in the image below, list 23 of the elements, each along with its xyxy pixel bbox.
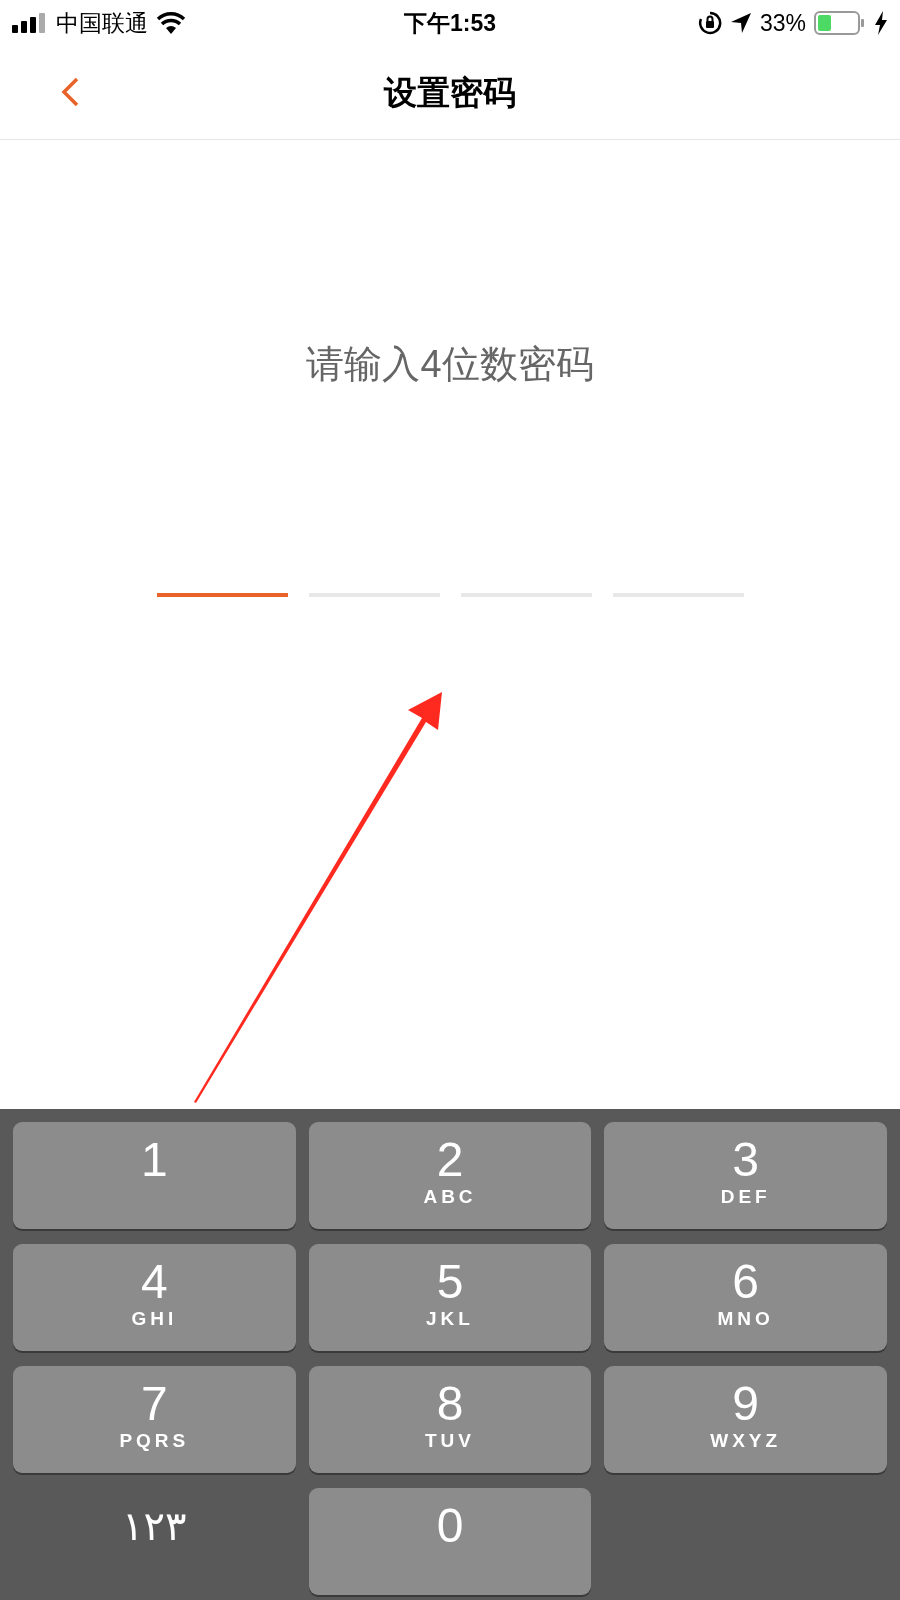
- wifi-icon: [156, 12, 186, 34]
- charging-icon: [874, 11, 888, 35]
- number-key[interactable]: 5 JKL: [308, 1244, 592, 1351]
- battery-percentage: 33%: [759, 8, 806, 38]
- number-key[interactable]: 2 ABC: [308, 1122, 592, 1229]
- number-key[interactable]: 8 TUV: [308, 1366, 592, 1473]
- mode-switch-key[interactable]: ١٢٣: [13, 1488, 296, 1595]
- number-key[interactable]: 0: [308, 1488, 592, 1595]
- carrier-label: 中国联通: [56, 8, 148, 38]
- password-prompt: 请输入4位数密码: [306, 342, 594, 387]
- rotation-lock-icon: [697, 11, 722, 35]
- page-title: 设置密码: [384, 72, 516, 113]
- signal-icon: [12, 13, 48, 33]
- battery-icon: [814, 11, 866, 35]
- location-arrow-icon: [729, 12, 752, 34]
- number-key[interactable]: 4 GHI: [13, 1244, 296, 1351]
- number-key[interactable]: 9 WXYZ: [604, 1366, 887, 1473]
- status-time: 下午1:53: [403, 8, 496, 38]
- number-key[interactable]: 3 DEF: [604, 1122, 887, 1229]
- number-key[interactable]: 6 MNO: [604, 1244, 887, 1351]
- back-chevron-icon: [60, 76, 80, 108]
- number-key[interactable]: 1: [13, 1122, 296, 1229]
- number-key[interactable]: 7 PQRS: [13, 1366, 296, 1473]
